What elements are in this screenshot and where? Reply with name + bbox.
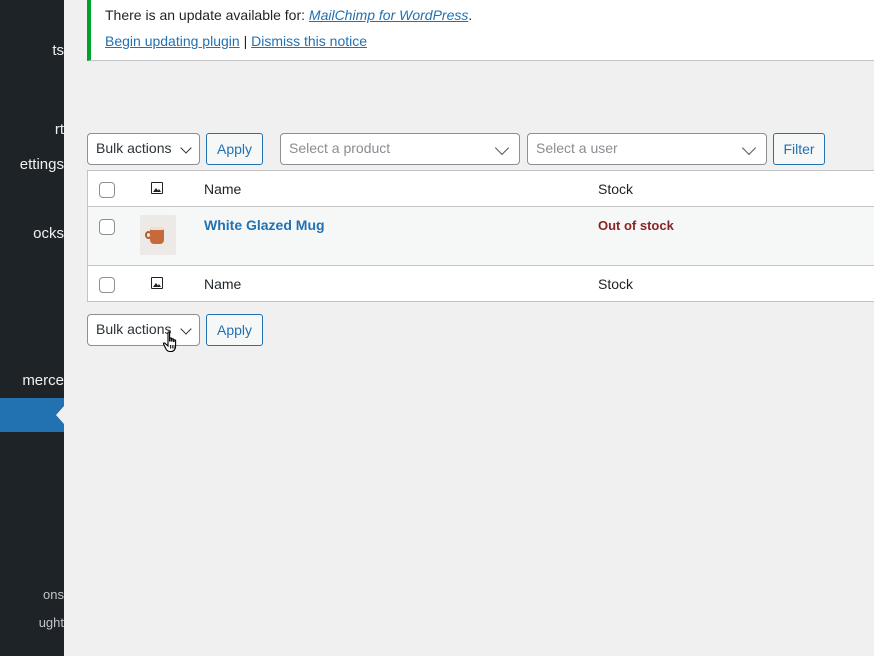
product-name-link[interactable]: White Glazed Mug — [204, 217, 325, 233]
chevron-down-icon — [180, 323, 192, 335]
product-thumbnail[interactable] — [140, 215, 176, 255]
table-row: White Glazed Mug Out of stock — [88, 207, 874, 266]
bulk-actions-label: Bulk actions — [96, 321, 172, 337]
table-header-row: Name Stock — [88, 171, 874, 207]
row-checkbox[interactable] — [99, 219, 115, 235]
chevron-down-icon — [494, 140, 510, 156]
user-select-placeholder: Select a user — [536, 140, 618, 156]
update-notice: There is an update available for: MailCh… — [87, 0, 874, 61]
sidebar-active-arrow — [56, 406, 64, 424]
notice-suffix: . — [468, 7, 473, 23]
sidebar-item-3[interactable]: ettings — [20, 156, 64, 173]
chevron-down-icon — [180, 142, 192, 154]
hand-pointer-cursor-icon — [162, 331, 177, 353]
bulk-actions-select-bottom[interactable]: Bulk actions — [87, 314, 200, 346]
image-column-icon — [151, 182, 163, 194]
notice-message: There is an update available for: MailCh… — [105, 7, 472, 23]
apply-button-top[interactable]: Apply — [206, 133, 263, 165]
sidebar-item-1[interactable]: ts — [52, 42, 64, 59]
sidebar-item-woocommerce[interactable]: merce — [22, 372, 64, 389]
mug-body-shape — [150, 228, 164, 244]
stock-status: Out of stock — [598, 218, 674, 233]
bulk-actions-label: Bulk actions — [96, 140, 172, 156]
column-footer-name[interactable]: Name — [204, 276, 241, 292]
select-all-checkbox[interactable] — [99, 182, 115, 198]
chevron-down-icon — [741, 140, 757, 156]
products-table: Name Stock White Glazed Mug Out of stock… — [87, 170, 874, 302]
plugin-link[interactable]: MailChimp for WordPress — [309, 7, 468, 23]
sidebar-item-2[interactable]: rt — [55, 121, 64, 138]
begin-update-link[interactable]: Begin updating plugin — [105, 33, 240, 49]
mug-rim-shape — [150, 227, 164, 230]
filter-button[interactable]: Filter — [773, 133, 825, 165]
column-header-stock[interactable]: Stock — [598, 181, 633, 197]
sidebar-item-4[interactable]: ocks — [33, 225, 64, 242]
sidebar-active-item[interactable] — [0, 398, 64, 432]
user-select[interactable]: Select a user — [527, 133, 767, 165]
notice-prefix: There is an update available for: — [105, 7, 309, 23]
product-select[interactable]: Select a product — [280, 133, 520, 165]
sidebar-item-6[interactable]: ons — [43, 587, 64, 602]
admin-sidebar: ts rt ettings ocks merce ons ught — [0, 0, 64, 656]
apply-button-bottom[interactable]: Apply — [206, 314, 263, 346]
notice-separator: | — [243, 33, 248, 49]
notice-actions: Begin updating plugin | Dismiss this not… — [105, 33, 367, 49]
product-select-placeholder: Select a product — [289, 140, 391, 156]
column-footer-stock[interactable]: Stock — [598, 276, 633, 292]
image-column-icon — [151, 277, 163, 289]
sidebar-item-7[interactable]: ught — [39, 615, 64, 630]
dismiss-notice-link[interactable]: Dismiss this notice — [251, 33, 367, 49]
table-footer-row: Name Stock — [88, 266, 874, 302]
column-header-name[interactable]: Name — [204, 181, 241, 197]
bulk-actions-select-top[interactable]: Bulk actions — [87, 133, 200, 165]
select-all-checkbox-bottom[interactable] — [99, 277, 115, 293]
